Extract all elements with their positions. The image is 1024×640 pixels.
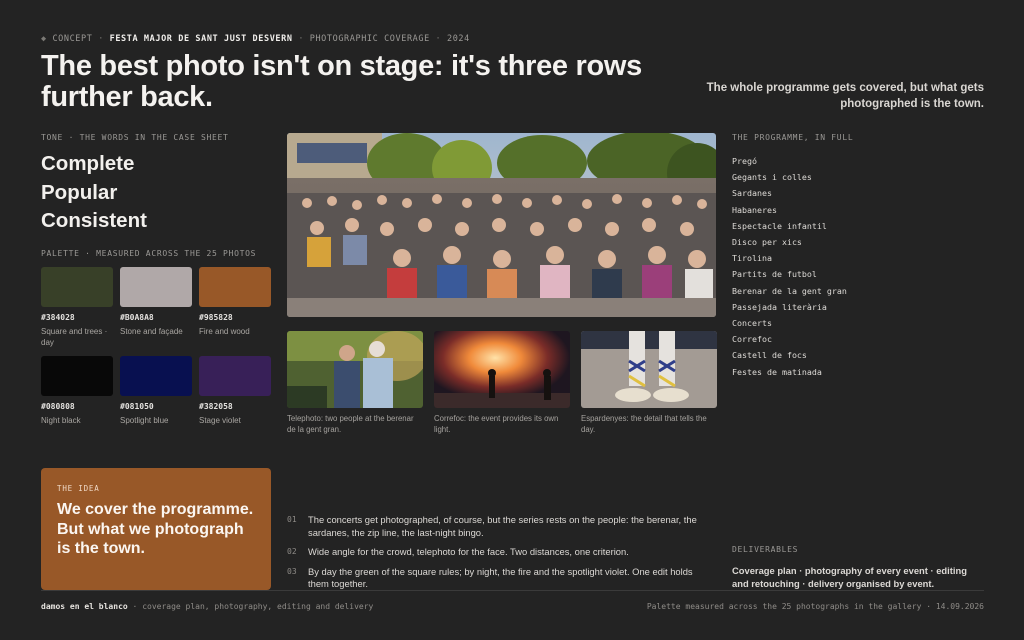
diamond-icon: ◆ — [41, 34, 47, 44]
eyebrow-separator: · — [298, 34, 305, 44]
tone-word: Popular — [41, 180, 118, 204]
eyebrow: ◆ CONCEPT · FESTA MAJOR DE SANT JUST DES… — [41, 34, 470, 44]
color-chip — [199, 267, 271, 307]
swatch-name: Square and trees · day — [41, 327, 108, 347]
espardenyes-photo[interactable] — [581, 331, 717, 408]
telephoto-photo[interactable] — [287, 331, 423, 408]
correfoc-photo[interactable] — [434, 331, 570, 408]
approach-point: 03 By day the green of the square rules;… — [287, 566, 712, 591]
eyebrow-separator: · — [435, 34, 442, 44]
photo-caption: Correfoc: the event provides its own lig… — [434, 414, 559, 434]
swatch-card: #B0A8A8 Stone and façade — [120, 267, 192, 356]
idea-text: We cover the programme. But what we phot… — [57, 501, 254, 557]
programme-item: Disco per xics — [732, 237, 802, 248]
programme-item: Habaneres — [732, 204, 777, 215]
palette-swatches: #384028 Square and trees · day #B0A8A8 S… — [41, 267, 273, 445]
eyebrow-type: PHOTOGRAPHIC COVERAGE — [309, 34, 430, 44]
photo-caption: Espardenyes: the detail that tells the d… — [581, 414, 707, 434]
swatch-name: Stone and façade — [120, 327, 183, 336]
programme-item: Castell de focs — [732, 350, 807, 361]
point-number: 01 — [287, 515, 297, 524]
swatch-hex: #985828 — [199, 313, 233, 322]
programme-item: Passejada literària — [732, 301, 827, 312]
footer-services: coverage plan, photography, editing and … — [142, 602, 374, 611]
swatch-name: Stage violet — [199, 416, 241, 425]
idea-card: THE IDEA We cover the programme. But wha… — [41, 468, 271, 590]
eyebrow-year: 2024 — [446, 34, 470, 44]
point-text: The concerts get photographed, of course… — [308, 514, 697, 538]
approach-points: 01 The concerts get photographed, of cou… — [287, 514, 712, 598]
footer-note: Palette measured across the 25 photograp… — [646, 602, 984, 611]
color-chip — [120, 356, 192, 396]
photo-caption: Telephoto: two people at the berenar de … — [287, 414, 414, 434]
programme-label: THE PROGRAMME, IN FULL — [732, 133, 854, 142]
swatch-hex: #081050 — [120, 402, 154, 411]
swatch-name: Spotlight blue — [120, 416, 169, 425]
footer-credit: damos en el blanco · coverage plan, phot… — [41, 602, 373, 611]
deliverables-text: Coverage plan · photography of every eve… — [732, 565, 967, 589]
swatch-hex: #384028 — [41, 313, 75, 322]
programme-item: Gegants i colles — [732, 172, 812, 183]
eyebrow-project: FESTA MAJOR DE SANT JUST DESVERN — [109, 34, 293, 44]
swatch-hex: #382058 — [199, 402, 233, 411]
color-chip — [199, 356, 271, 396]
tone-word: Consistent — [41, 209, 147, 232]
tone-words: Complete Popular Consistent — [41, 150, 147, 236]
programme-item: Partits de futbol — [732, 269, 817, 280]
footer-separator: · — [132, 602, 138, 611]
programme-item: Tirolina — [732, 253, 772, 264]
deliverables-label: DELIVERABLES — [732, 545, 799, 554]
swatch-card: #384028 Square and trees · day — [41, 267, 113, 356]
crowd-photo[interactable] — [287, 133, 716, 317]
swatch-card: #382058 Stage violet — [199, 356, 271, 445]
swatch-hex: #B0A8A8 — [120, 313, 154, 322]
tone-label: TONE · THE WORDS IN THE CASE SHEET — [41, 133, 229, 142]
footer-divider — [41, 590, 984, 591]
color-chip — [120, 267, 192, 307]
programme-item: Sardanes — [732, 188, 772, 199]
point-text: By day the green of the square rules; by… — [308, 565, 693, 590]
swatch-name: Night black — [41, 416, 81, 425]
swatch-card: #081050 Spotlight blue — [120, 356, 192, 445]
programme-item: Berenar de la gent gran — [732, 285, 847, 296]
eyebrow-separator: · — [98, 34, 104, 44]
programme-item: Espectacle infantil — [732, 220, 827, 231]
approach-point: 01 The concerts get photographed, of cou… — [287, 514, 712, 539]
page-title: The best photo isn't on stage: it's thre… — [41, 50, 642, 113]
tagline: The whole programme gets covered, but wh… — [706, 82, 984, 110]
color-chip — [41, 267, 113, 307]
programme-item: Concerts — [732, 318, 772, 329]
idea-label: THE IDEA — [57, 484, 100, 493]
studio-name: damos en el blanco — [41, 602, 128, 611]
point-number: 02 — [287, 547, 297, 556]
eyebrow-section: CONCEPT — [52, 34, 93, 44]
swatch-card: #985828 Fire and wood — [199, 267, 271, 356]
approach-point: 02 Wide angle for the crowd, telephoto f… — [287, 546, 712, 559]
color-chip — [41, 356, 113, 396]
palette-label: PALETTE · MEASURED ACROSS THE 25 PHOTOS — [41, 249, 257, 258]
tone-word: Complete — [41, 152, 135, 175]
swatch-name: Fire and wood — [199, 327, 250, 336]
programme-item: Pregó — [732, 156, 757, 166]
point-text: Wide angle for the crowd, telephoto for … — [308, 546, 629, 557]
swatch-hex: #080808 — [41, 402, 75, 411]
programme-item: Festes de matinada — [732, 366, 822, 377]
programme-list: Pregó Gegants i colles Sardanes Habanere… — [732, 153, 847, 380]
programme-item: Correfoc — [732, 334, 772, 345]
point-number: 03 — [287, 566, 297, 576]
swatch-card: #080808 Night black — [41, 356, 113, 445]
